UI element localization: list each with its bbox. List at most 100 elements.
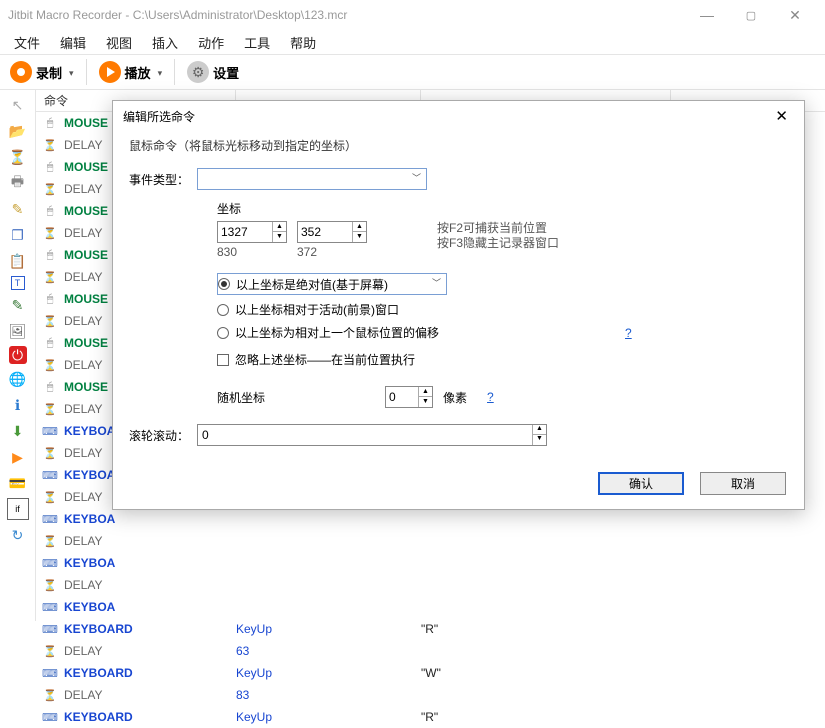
random-coord-field[interactable] (386, 390, 418, 404)
table-row[interactable]: ⏳DELAY (36, 574, 825, 596)
cmd-arg2: "R" (421, 710, 601, 724)
radio-relwin-label: 以上坐标相对于活动(前景)窗口 (235, 301, 399, 318)
random-coord-label: 随机坐标 (217, 389, 265, 406)
delay-icon: ⏳ (42, 358, 58, 372)
settings-button[interactable]: 设置 (183, 59, 243, 85)
mouse-icon: 🖱 (42, 380, 58, 394)
play-dropdown-icon[interactable] (155, 65, 163, 79)
spin-down-icon[interactable]: ▼ (419, 397, 432, 407)
delay-icon: ⏳ (42, 534, 58, 548)
radio-relative-window[interactable]: 以上坐标相对于活动(前景)窗口 (217, 301, 788, 318)
radio-relmouse-label: 以上坐标为相对上一个鼠标位置的偏移 (235, 324, 439, 341)
scroll-field[interactable] (198, 425, 532, 445)
spin-down-icon[interactable]: ▼ (533, 435, 546, 445)
play-button[interactable]: 播放 (95, 59, 167, 85)
table-row[interactable]: ⌨KEYBOA (36, 552, 825, 574)
table-row[interactable]: ⏳DELAY83 (36, 684, 825, 706)
menu-help[interactable]: 帮助 (290, 33, 316, 52)
cmd-name: DELAY (64, 490, 102, 504)
radio-relative-mouse[interactable]: 以上坐标为相对上一个鼠标位置的偏移? (217, 324, 788, 341)
menu-file[interactable]: 文件 (14, 33, 40, 52)
cmd-name: MOUSE (64, 380, 108, 394)
tool-rename-icon[interactable]: ✎ (7, 198, 29, 220)
check-ignore-coords[interactable]: 忽略上述坐标——在当前位置执行 (217, 351, 788, 368)
random-coord-input[interactable]: ▲▼ (385, 386, 433, 408)
coord-x-input[interactable]: ▲▼ (217, 221, 287, 243)
tool-info-icon[interactable]: ℹ (7, 394, 29, 416)
tool-open-icon[interactable]: 📂 (7, 120, 29, 142)
tool-paste-icon[interactable]: 📋 (7, 250, 29, 272)
separator (86, 59, 87, 85)
cmd-name: DELAY (64, 688, 102, 702)
table-row[interactable]: ⌨KEYBOA (36, 508, 825, 530)
help-link[interactable]: ? (625, 326, 632, 340)
ok-button[interactable]: 确认 (598, 472, 684, 495)
cmd-name: KEYBOARD (64, 622, 133, 636)
tool-play-icon[interactable]: ▶ (7, 446, 29, 468)
spin-up-icon[interactable]: ▲ (273, 222, 286, 232)
coord-y-input[interactable]: ▲▼ (297, 221, 367, 243)
table-row[interactable]: ⌨KEYBOARDKeyUp"R" (36, 706, 825, 728)
table-row[interactable]: ⏳DELAY (36, 530, 825, 552)
dialog-close-button[interactable]: ✕ (769, 107, 794, 125)
cmd-name: DELAY (64, 182, 102, 196)
cmd-name: DELAY (64, 358, 102, 372)
cmd-name: MOUSE (64, 160, 108, 174)
menu-tools[interactable]: 工具 (244, 33, 270, 52)
close-button[interactable]: ✕ (773, 7, 817, 24)
scroll-input[interactable]: ▲▼ (197, 424, 547, 446)
tool-if-icon[interactable]: if (7, 498, 29, 520)
tool-power-icon[interactable]: ⏻ (9, 346, 27, 364)
tool-refresh-icon[interactable]: ↻ (7, 524, 29, 546)
spin-down-icon[interactable]: ▼ (353, 232, 366, 242)
menu-insert[interactable]: 插入 (152, 33, 178, 52)
minimize-button[interactable]: — (685, 7, 729, 23)
cmd-name: MOUSE (64, 116, 108, 130)
tool-print-icon[interactable]: 🖶 (7, 172, 29, 194)
tool-timer-icon[interactable]: ⏳ (7, 146, 29, 168)
tool-globe-icon[interactable]: 🌐 (7, 368, 29, 390)
spin-down-icon[interactable]: ▼ (273, 232, 286, 242)
record-dropdown-icon[interactable] (66, 65, 74, 79)
coord-y-field[interactable] (298, 225, 352, 239)
cmd-arg1: 83 (236, 688, 421, 702)
coord-label: 坐标 (217, 200, 788, 217)
spin-up-icon[interactable]: ▲ (419, 387, 432, 397)
event-type-select[interactable] (197, 168, 427, 190)
window-titlebar: Jitbit Macro Recorder - C:\Users\Adminis… (0, 0, 825, 30)
menu-edit[interactable]: 编辑 (60, 33, 86, 52)
tool-cursor-icon[interactable]: ↖ (7, 94, 29, 116)
cmd-name: KEYBOA (64, 424, 115, 438)
tool-picker-icon[interactable]: ✎ (7, 294, 29, 316)
cmd-name: DELAY (64, 138, 102, 152)
coord-x-sub: 830 (217, 245, 287, 259)
cancel-button[interactable]: 取消 (700, 472, 786, 495)
settings-label: 设置 (213, 63, 239, 82)
radio-absolute[interactable]: 以上坐标是绝对值(基于屏幕) (217, 273, 447, 295)
table-row[interactable]: ⌨KEYBOARDKeyUp"R" (36, 618, 825, 640)
mouse-icon: 🖱 (42, 160, 58, 174)
tool-card-icon[interactable]: 💳 (7, 472, 29, 494)
tool-text-icon[interactable]: T (11, 276, 25, 290)
cmd-name: DELAY (64, 644, 102, 658)
table-row[interactable]: ⏳DELAY63 (36, 640, 825, 662)
delay-icon: ⏳ (42, 226, 58, 240)
menu-action[interactable]: 动作 (198, 33, 224, 52)
table-row[interactable]: ⌨KEYBOA (36, 596, 825, 618)
tool-image-icon[interactable]: 🖼 (7, 320, 29, 342)
delay-icon: ⏳ (42, 446, 58, 460)
tool-copy-icon[interactable]: ❐ (7, 224, 29, 246)
delay-icon: ⏳ (42, 138, 58, 152)
spin-up-icon[interactable]: ▲ (353, 222, 366, 232)
record-button[interactable]: 录制 (6, 59, 78, 85)
help-link[interactable]: ? (487, 390, 494, 404)
menu-view[interactable]: 视图 (106, 33, 132, 52)
table-row[interactable]: ⌨KEYBOARDKeyUp"W" (36, 662, 825, 684)
mouse-icon: 🖱 (42, 116, 58, 130)
cmd-name: KEYBOA (64, 512, 115, 526)
cmd-name: KEYBOA (64, 556, 115, 570)
maximize-button[interactable]: ▢ (729, 9, 773, 22)
spin-up-icon[interactable]: ▲ (533, 425, 546, 435)
tool-download-icon[interactable]: ⬇ (7, 420, 29, 442)
coord-x-field[interactable] (218, 225, 272, 239)
